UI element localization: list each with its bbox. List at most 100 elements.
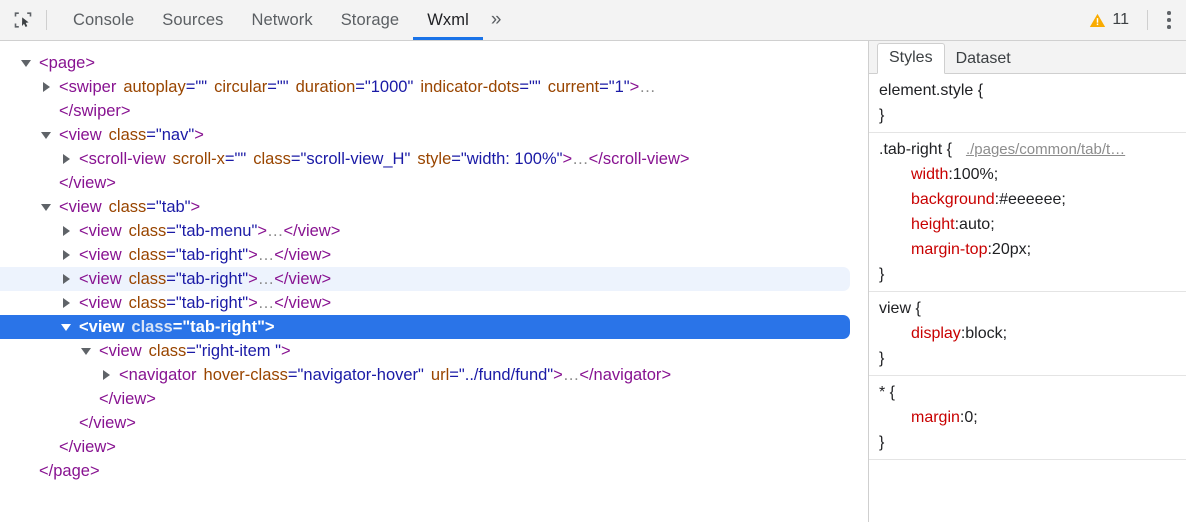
css-declaration[interactable]: width:100%; <box>879 162 1186 187</box>
styles-pane-tabs: Styles Dataset <box>869 41 1186 74</box>
dom-tree-row[interactable]: <view class="tab-right">…</view> <box>0 291 868 315</box>
dom-tree-row[interactable]: <swiper autoplay="" circular="" duration="1… <box>0 75 868 99</box>
dom-tree-row[interactable]: <view class="tab-right">…</view> <box>0 243 868 267</box>
dom-tree-row[interactable]: <view class="tab-right"> <box>0 315 850 339</box>
dom-tree-row-markup: <view class="tab-right"> <box>79 317 275 336</box>
css-selector[interactable]: * { <box>879 384 895 401</box>
dom-tree-row-markup: <view class="tab-right">…</view> <box>79 293 332 312</box>
dom-tree-row[interactable]: <view class="tab-menu">…</view> <box>0 219 868 243</box>
css-property-name: width <box>911 166 949 183</box>
dom-tree-row-markup: </view> <box>99 389 156 408</box>
css-source-link[interactable]: ./pages/common/tab/t… <box>966 141 1125 158</box>
css-declaration[interactable]: background:#eeeeee; <box>879 187 1186 212</box>
css-declaration[interactable]: margin-top:20px; <box>879 237 1186 262</box>
dom-tree-row-markup: <view class="tab-menu">…</view> <box>79 221 341 240</box>
tab-network-label: Network <box>251 10 313 29</box>
dom-tree-row[interactable]: </view> <box>0 435 868 459</box>
dom-tree-row[interactable]: <page> <box>0 51 868 75</box>
dom-tree-row-markup: <navigator hover-class="navigator-hover" u… <box>119 365 672 384</box>
dom-tree-row[interactable]: <navigator hover-class="navigator-hover" u… <box>0 363 868 387</box>
css-rule: view {display:block;} <box>869 292 1186 376</box>
tab-dataset[interactable]: Dataset <box>945 45 1022 74</box>
dom-tree-row[interactable]: </view> <box>0 387 868 411</box>
css-semicolon: ; <box>1002 325 1008 342</box>
twisty-down-icon <box>41 132 51 139</box>
warning-counter[interactable]: 11 <box>1089 0 1139 40</box>
css-property-name: margin <box>911 409 960 426</box>
css-property-value: :auto <box>954 216 991 233</box>
twisty-down-icon <box>21 60 31 67</box>
more-tabs-button[interactable]: » <box>483 0 512 40</box>
css-selector[interactable]: element.style { <box>879 82 983 99</box>
dom-tree-row[interactable]: </view> <box>0 411 868 435</box>
devtools-body: <page> <swiper autoplay="" circular="" durat… <box>0 41 1186 522</box>
twisty-right-icon <box>63 298 70 308</box>
wxml-dom-tree[interactable]: <page> <swiper autoplay="" circular="" durat… <box>0 41 868 522</box>
tab-styles-label: Styles <box>889 49 933 66</box>
dom-tree-row-markup: <view class="tab"> <box>59 197 201 216</box>
dom-tree-row[interactable]: <view class="tab"> <box>0 195 868 219</box>
tab-console[interactable]: Console <box>59 0 148 40</box>
dom-tree-row[interactable]: </page> <box>0 459 868 483</box>
twisty-toggle[interactable] <box>58 321 74 333</box>
dom-tree-row-markup: </view> <box>59 173 116 192</box>
more-options-button[interactable] <box>1152 0 1186 40</box>
tab-styles[interactable]: Styles <box>877 43 945 74</box>
css-rule-header: * { <box>879 380 1186 405</box>
tab-wxml-label: Wxml <box>427 10 469 29</box>
twisty-toggle[interactable] <box>58 153 74 165</box>
twisty-right-icon <box>63 226 70 236</box>
tab-wxml[interactable]: Wxml <box>413 0 483 40</box>
css-declaration[interactable]: display:block; <box>879 321 1186 346</box>
twisty-toggle[interactable] <box>38 81 54 93</box>
css-property-value: :0 <box>959 409 974 426</box>
dom-tree-row-markup: <swiper autoplay="" circular="" duration="1… <box>59 77 656 96</box>
dom-tree-row[interactable]: </view> <box>0 171 868 195</box>
tab-storage[interactable]: Storage <box>327 0 414 40</box>
css-property-name: background <box>911 191 995 208</box>
css-property-value: :20px <box>987 241 1027 258</box>
twisty-toggle[interactable] <box>38 129 54 141</box>
twisty-toggle[interactable] <box>58 225 74 237</box>
inspect-element-button[interactable] <box>0 0 46 40</box>
tab-sources[interactable]: Sources <box>148 0 237 40</box>
twisty-down-icon <box>61 324 71 331</box>
warning-triangle-icon <box>1090 13 1106 27</box>
css-property-name: display <box>911 325 961 342</box>
inspect-element-icon <box>14 12 32 28</box>
toolbar-divider-right <box>1147 10 1148 30</box>
dom-tree-row-markup: </swiper> <box>59 101 131 120</box>
twisty-toggle[interactable] <box>18 57 34 69</box>
twisty-toggle[interactable] <box>58 249 74 261</box>
tab-network[interactable]: Network <box>237 0 326 40</box>
chevron-double-right-icon: » <box>490 9 502 30</box>
dom-tree-row-markup: <view class="tab-right">…</view> <box>79 245 332 264</box>
dom-tree-row-markup: <page> <box>39 53 95 72</box>
twisty-toggle[interactable] <box>58 297 74 309</box>
css-rule-close-brace: } <box>879 266 885 283</box>
css-property-value: :100% <box>948 166 994 183</box>
kebab-dot <box>1167 18 1171 22</box>
dom-tree-row[interactable]: <view class="right-item "> <box>0 339 868 363</box>
twisty-right-icon <box>63 154 70 164</box>
kebab-dot <box>1167 25 1171 29</box>
dom-tree-row-markup: <scroll-view scroll-x="" class="scroll-vie… <box>79 149 690 168</box>
twisty-toggle[interactable] <box>78 345 94 357</box>
css-rule-header: element.style { <box>879 78 1186 103</box>
css-declaration[interactable]: height:auto; <box>879 212 1186 237</box>
css-selector[interactable]: .tab-right { <box>879 141 952 158</box>
css-declaration[interactable]: margin:0; <box>879 405 1186 430</box>
css-rule-close-brace: } <box>879 107 885 124</box>
twisty-toggle[interactable] <box>38 201 54 213</box>
twisty-toggle[interactable] <box>98 369 114 381</box>
styles-pane: Styles Dataset element.style {} .tab-righ… <box>868 41 1186 522</box>
css-semicolon: ; <box>973 409 978 426</box>
dom-tree-row[interactable]: <scroll-view scroll-x="" class="scroll-vie… <box>0 147 868 171</box>
dom-tree-row[interactable]: <view class="nav"> <box>0 123 868 147</box>
dom-tree-row[interactable]: </swiper> <box>0 99 868 123</box>
dom-tree-row[interactable]: <view class="tab-right">…</view> <box>0 267 850 291</box>
twisty-toggle[interactable] <box>58 273 74 285</box>
css-selector[interactable]: view { <box>879 300 921 317</box>
twisty-right-icon <box>103 370 110 380</box>
dom-tree-row-markup: <view class="tab-right">…</view> <box>79 269 332 288</box>
